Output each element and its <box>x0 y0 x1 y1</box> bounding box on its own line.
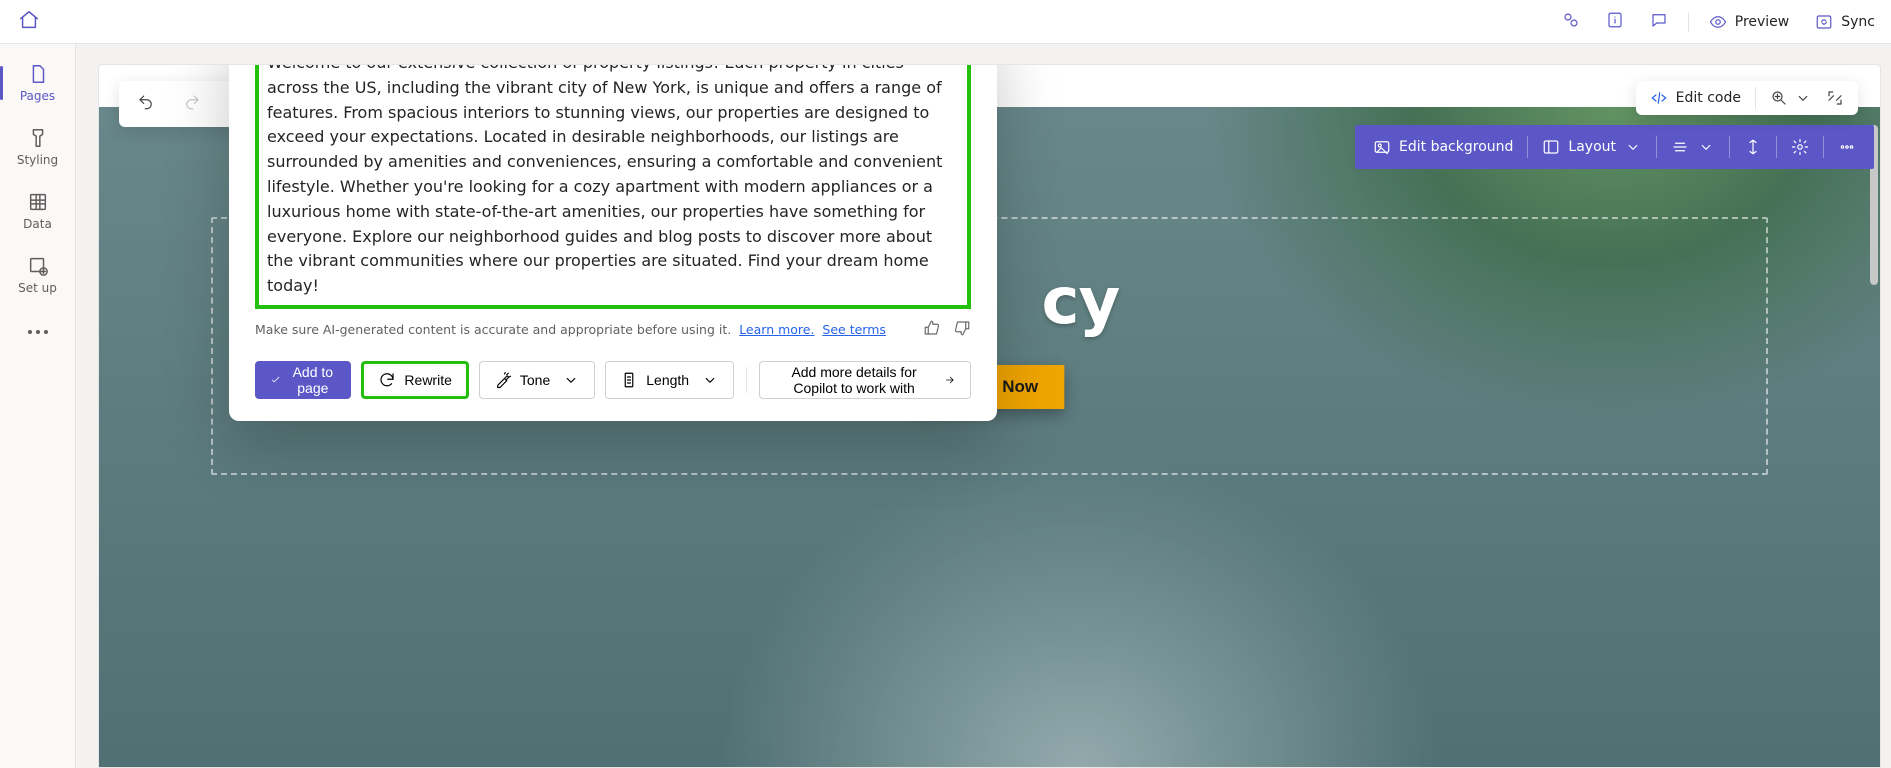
separator <box>1688 12 1689 32</box>
rail-label: Set up <box>18 281 57 295</box>
tone-button[interactable]: Tone <box>479 361 595 399</box>
redo-button[interactable] <box>179 89 205 119</box>
more-details-label: Add more details for Copilot to work wit… <box>774 364 935 396</box>
add-to-page-label: Add to page <box>289 364 336 396</box>
undo-button[interactable] <box>133 89 159 119</box>
thumbs-down-button[interactable] <box>953 319 971 341</box>
copilot-icon[interactable] <box>1556 7 1586 37</box>
copilot-action-row: Add to page Rewrite Tone Length <box>229 349 997 399</box>
rewrite-label: Rewrite <box>404 372 451 388</box>
rail-label: Data <box>23 217 52 231</box>
editcode-toolbar: Edit code <box>1636 81 1858 115</box>
left-nav-rail: Pages Styling Data Set up <box>0 44 76 768</box>
thumbs-up-button[interactable] <box>923 319 941 341</box>
edit-code-button[interactable]: Edit code <box>1650 89 1741 107</box>
hero-title-fragment: cy <box>1042 265 1120 339</box>
length-button[interactable]: Length <box>605 361 734 399</box>
generated-text-block[interactable]: Welcome to our extensive collection of p… <box>255 64 971 309</box>
length-label: Length <box>646 372 689 388</box>
preview-label: Preview <box>1735 14 1790 30</box>
ai-disclaimer: Make sure AI-generated content is accura… <box>255 322 886 337</box>
page-canvas: cy Search Now Edit background Layout <box>98 64 1881 768</box>
separator <box>746 367 747 393</box>
rewrite-button[interactable]: Rewrite <box>361 361 468 399</box>
add-more-details-button[interactable]: Add more details for Copilot to work wit… <box>759 361 971 399</box>
rail-more-button[interactable] <box>4 312 72 352</box>
section-toolbar: Edit background Layout <box>1355 125 1874 169</box>
alignment-button[interactable] <box>1657 125 1729 169</box>
preview-button[interactable]: Preview <box>1703 9 1796 35</box>
see-terms-link[interactable]: See terms <box>822 322 886 337</box>
separator <box>1755 87 1756 109</box>
app-topbar: Preview Sync <box>0 0 1891 44</box>
section-more-button[interactable] <box>1824 125 1870 169</box>
tone-label: Tone <box>520 372 550 388</box>
learn-more-link[interactable]: Learn more. <box>739 322 814 337</box>
edit-background-button[interactable]: Edit background <box>1359 125 1527 169</box>
info-icon[interactable] <box>1600 7 1630 37</box>
edit-code-label: Edit code <box>1676 90 1741 106</box>
layout-label: Layout <box>1568 139 1616 155</box>
rail-label: Pages <box>20 89 55 103</box>
section-settings-button[interactable] <box>1777 125 1823 169</box>
home-button[interactable] <box>12 3 46 41</box>
sync-button[interactable]: Sync <box>1809 9 1881 35</box>
zoom-control[interactable] <box>1770 89 1812 107</box>
rail-item-setup[interactable]: Set up <box>4 244 72 306</box>
rail-item-styling[interactable]: Styling <box>4 116 72 178</box>
comment-icon[interactable] <box>1644 7 1674 37</box>
rail-label: Styling <box>17 153 58 167</box>
rail-item-pages[interactable]: Pages <box>4 52 72 114</box>
canvas-scrollbar[interactable] <box>1868 65 1880 767</box>
copilot-popover: Welcome to our extensive collection of p… <box>229 64 997 421</box>
disclaimer-text: Make sure AI-generated content is accura… <box>255 322 731 337</box>
edit-background-label: Edit background <box>1399 139 1513 155</box>
layout-button[interactable]: Layout <box>1528 125 1656 169</box>
add-to-page-button[interactable]: Add to page <box>255 361 351 399</box>
fit-to-screen-button[interactable] <box>1826 89 1844 107</box>
sync-label: Sync <box>1841 14 1875 30</box>
spacing-button[interactable] <box>1730 125 1776 169</box>
canvas-shell: cy Search Now Edit background Layout <box>76 44 1891 768</box>
rail-item-data[interactable]: Data <box>4 180 72 242</box>
